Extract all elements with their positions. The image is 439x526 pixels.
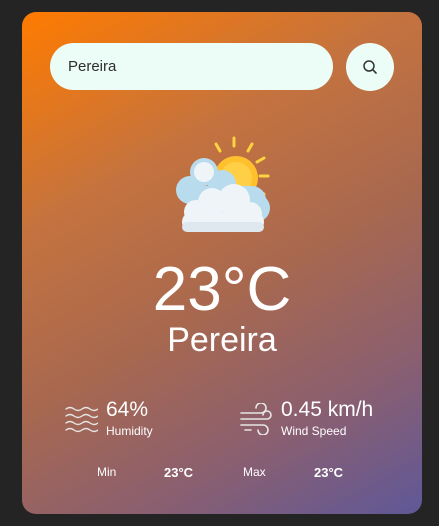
wind-stat: 0.45 km/h Wind Speed — [239, 398, 373, 439]
min-value: 23°C — [164, 465, 194, 480]
humidity-label: Humidity — [106, 424, 153, 438]
max-label: Max — [243, 465, 266, 479]
humidity-value: 64% — [106, 398, 149, 421]
wind-text: 0.45 km/h Wind Speed — [281, 398, 373, 439]
max-value: 23°C — [314, 465, 344, 480]
wind-icon — [239, 402, 273, 435]
city-name: Pereira — [167, 321, 277, 359]
humidity-stat: 64% Humidity — [64, 398, 153, 439]
humidity-waves-icon — [64, 403, 98, 435]
search-input[interactable] — [50, 43, 333, 90]
partly-cloudy-sun-icon — [176, 136, 270, 232]
wind-value: 0.45 km/h — [281, 398, 374, 421]
temperature: 23°C — [152, 255, 292, 324]
humidity-text: 64% Humidity — [106, 398, 153, 439]
search-button[interactable] — [346, 43, 394, 91]
wind-label: Wind Speed — [281, 424, 347, 438]
weather-card: 23°C Pereira 64% Humidity — [22, 12, 422, 514]
min-label: Min — [97, 465, 117, 479]
search-icon — [363, 60, 377, 74]
